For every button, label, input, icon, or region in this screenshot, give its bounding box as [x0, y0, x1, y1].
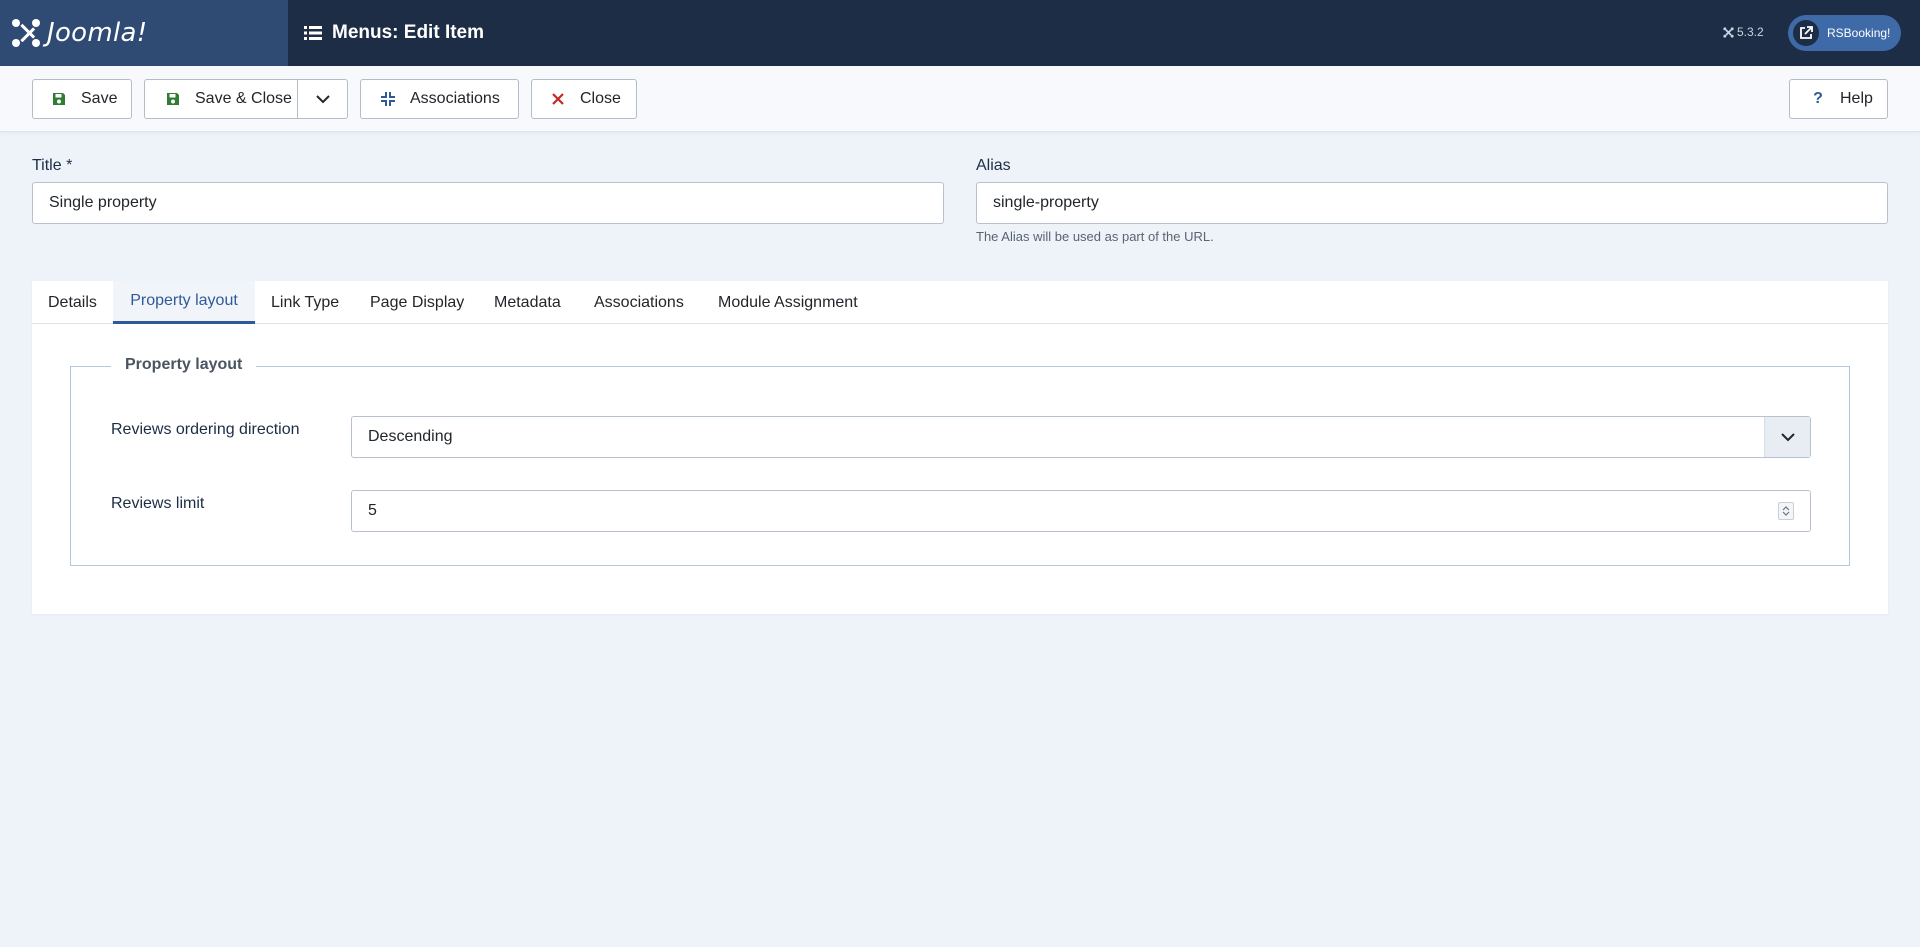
- reviews-ordering-value: Descending: [368, 428, 453, 445]
- tabs-panel: Details Property layout Link Type Page D…: [32, 281, 1888, 614]
- tab-module-assignment[interactable]: Module Assignment: [702, 281, 874, 324]
- reviews-limit-value: 5: [368, 502, 377, 519]
- question-icon: ?: [1813, 90, 1823, 107]
- page-title: Menus: Edit Item: [332, 22, 485, 43]
- reviews-ordering-select[interactable]: Descending: [351, 416, 1811, 458]
- chevron-down-icon: [315, 94, 330, 103]
- tab-metadata[interactable]: Metadata: [478, 281, 577, 324]
- chevron-down-icon: [1764, 417, 1810, 457]
- fieldset-legend: Property layout: [111, 356, 257, 374]
- save-button[interactable]: Save: [32, 79, 132, 119]
- title-label: Title *: [32, 157, 73, 174]
- tab-associations[interactable]: Associations: [578, 281, 700, 324]
- save-options-dropdown[interactable]: [297, 79, 348, 119]
- version-text: 5.3.2: [1737, 25, 1764, 39]
- joomla-logo-icon: [12, 19, 40, 47]
- close-button[interactable]: Close: [531, 79, 637, 119]
- reviews-ordering-label: Reviews ordering direction: [111, 421, 300, 438]
- logo-text: Joomla!: [47, 18, 148, 48]
- number-spinner-icon[interactable]: [1778, 502, 1794, 520]
- joomla-small-icon: [1723, 26, 1734, 38]
- alias-label: Alias: [976, 157, 1011, 174]
- toolbar: Save Save & Close Associations Close ? H…: [0, 66, 1920, 132]
- view-site-button[interactable]: RSBooking!: [1788, 15, 1901, 51]
- reviews-limit-label: Reviews limit: [111, 495, 205, 512]
- tab-details[interactable]: Details: [32, 281, 113, 324]
- save-close-button[interactable]: Save & Close: [144, 79, 298, 119]
- alias-hint: The Alias will be used as part of the UR…: [976, 229, 1214, 244]
- compress-icon: [380, 91, 396, 107]
- help-label: Help: [1840, 90, 1873, 107]
- title-input[interactable]: Single property: [32, 182, 944, 224]
- external-link-icon: [1793, 20, 1819, 46]
- version-badge: 5.3.2: [1723, 25, 1764, 39]
- list-icon: [304, 26, 322, 40]
- associations-label: Associations: [410, 90, 500, 107]
- associations-button[interactable]: Associations: [360, 79, 519, 119]
- close-icon: [550, 91, 566, 107]
- alias-input[interactable]: single-property: [976, 182, 1888, 224]
- tab-bar: Details Property layout Link Type Page D…: [32, 281, 1888, 324]
- reviews-limit-input[interactable]: 5: [351, 490, 1811, 532]
- close-label: Close: [580, 90, 621, 107]
- save-label: Save: [81, 90, 118, 107]
- logo[interactable]: Joomla!: [0, 0, 288, 66]
- tab-link-type[interactable]: Link Type: [255, 281, 355, 324]
- save-icon: [165, 91, 181, 107]
- save-icon: [51, 91, 67, 107]
- top-header: Joomla! Menus: Edit Item 5.3.2 RSBooking…: [0, 0, 1920, 66]
- save-close-label: Save & Close: [195, 90, 292, 107]
- property-layout-fieldset: Property layout Reviews ordering directi…: [70, 356, 1850, 566]
- tab-property-layout[interactable]: Property layout: [113, 281, 255, 324]
- tab-page-display[interactable]: Page Display: [354, 281, 480, 324]
- alias-value: single-property: [993, 194, 1099, 211]
- help-button[interactable]: ? Help: [1789, 79, 1888, 119]
- site-link-label: RSBooking!: [1827, 26, 1891, 40]
- title-value: Single property: [49, 194, 157, 211]
